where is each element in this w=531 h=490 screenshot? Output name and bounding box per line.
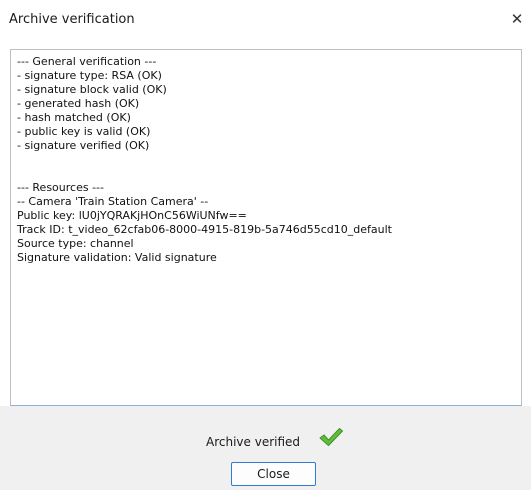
log-line: - signature verified (OK) [17, 139, 150, 152]
log-line: -- Camera 'Train Station Camera' -- [17, 195, 209, 208]
log-line: - signature type: RSA (OK) [17, 69, 162, 82]
close-button[interactable]: Close [231, 462, 316, 486]
log-line: --- General verification --- [17, 55, 157, 68]
log-line: --- Resources --- [17, 181, 104, 194]
archive-verification-dialog: Archive verification ✕ --- General verif… [0, 0, 531, 490]
log-line: - public key is valid (OK) [17, 125, 151, 138]
dialog-footer: Archive verified Close [0, 406, 531, 490]
log-line: - hash matched (OK) [17, 111, 131, 124]
green-check-icon [319, 428, 343, 446]
window-title: Archive verification [9, 12, 135, 27]
log-line: Source type: channel [17, 237, 134, 250]
log-line: - signature block valid (OK) [17, 83, 167, 96]
log-line: Track ID: t_video_62cfab06-8000-4915-819… [17, 223, 392, 236]
title-bar: Archive verification ✕ [0, 0, 531, 40]
log-line: - generated hash (OK) [17, 97, 140, 110]
close-icon[interactable]: ✕ [508, 10, 526, 28]
verification-log-panel[interactable]: --- General verification --- - signature… [10, 49, 522, 406]
log-line: Signature validation: Valid signature [17, 251, 217, 264]
log-line: Public key: lU0jYQRAKjHOnC56WiUNfw== [17, 209, 247, 222]
verification-status-text: Archive verified [206, 435, 301, 449]
